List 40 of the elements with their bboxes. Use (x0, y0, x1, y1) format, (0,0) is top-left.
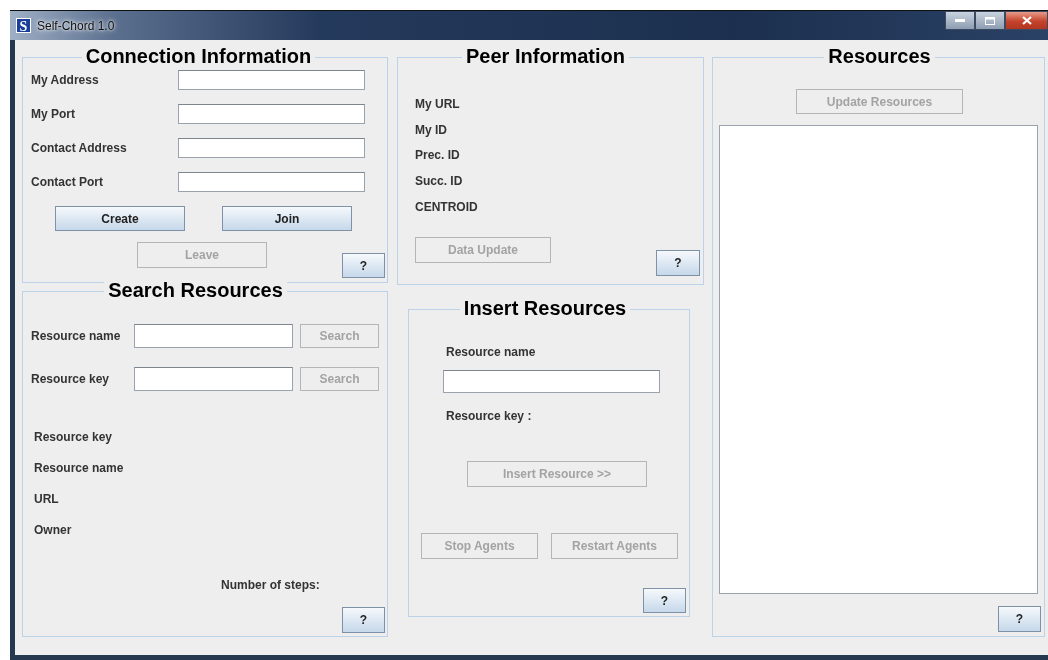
window-title: Self-Chord 1.0 (37, 18, 115, 33)
field-label: Resource name (446, 344, 537, 361)
help-button[interactable]: ? (998, 606, 1041, 632)
result-label: URL (34, 490, 59, 508)
text-field[interactable] (178, 104, 365, 124)
close-icon (1021, 16, 1032, 25)
info-label: My URL (415, 95, 460, 113)
field-label: Resource name (31, 328, 122, 345)
minimize-icon (955, 18, 965, 23)
text-field[interactable] (178, 172, 365, 192)
help-button[interactable]: ? (342, 253, 385, 278)
help-button[interactable]: ? (342, 607, 385, 633)
join-button[interactable]: Join (222, 206, 352, 231)
help-button[interactable]: ? (643, 588, 686, 613)
text-field[interactable] (178, 70, 365, 90)
text-field[interactable] (178, 138, 365, 158)
minimize-button[interactable] (945, 11, 975, 30)
steps-label: Number of steps: (221, 576, 320, 594)
info-label: Prec. ID (415, 147, 460, 165)
field-label: My Port (31, 106, 76, 123)
info-label: Succ. ID (415, 172, 463, 190)
field-label: Contact Address (31, 140, 128, 157)
field-label: Resource key (31, 371, 111, 388)
maximize-button[interactable] (975, 11, 1005, 30)
close-button[interactable] (1005, 11, 1048, 30)
field-label: Resource key : (446, 408, 533, 425)
create-button[interactable]: Create (55, 206, 185, 231)
maximize-icon (985, 16, 995, 25)
info-label: My ID (415, 121, 447, 139)
text-field[interactable] (443, 370, 660, 393)
field-label: Contact Port (31, 174, 104, 191)
result-label: Resource name (34, 459, 124, 477)
result-label: Resource key (34, 428, 113, 446)
info-label: CENTROID (415, 198, 478, 216)
text-field[interactable] (134, 324, 293, 348)
field-label: My Address (31, 72, 100, 89)
result-label: Owner (34, 521, 72, 539)
text-field[interactable] (134, 367, 293, 391)
app-logo: S (16, 18, 31, 33)
help-button[interactable]: ? (656, 250, 700, 277)
